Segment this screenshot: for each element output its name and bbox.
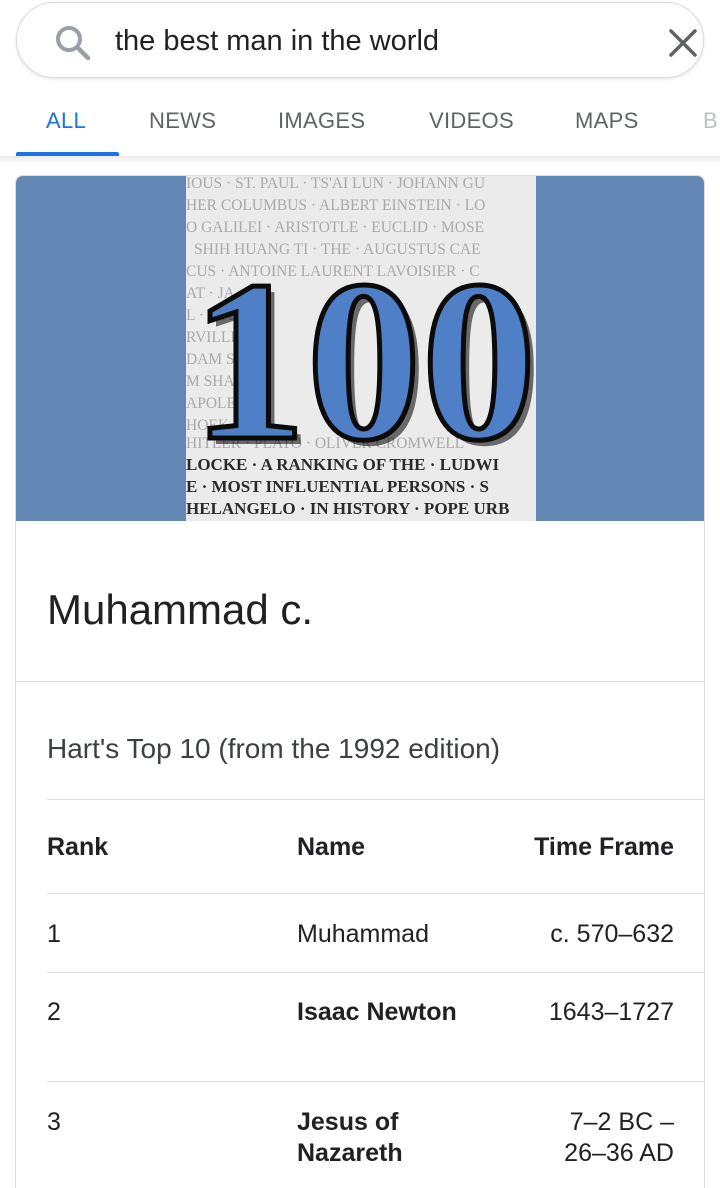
divider — [47, 1081, 704, 1082]
tab-maps[interactable]: MAPS — [575, 108, 639, 134]
book-cover-art: IOUS · ST. PAUL · TS'AI LUN · JOHANN GU … — [186, 176, 537, 518]
tab-books[interactable]: B — [703, 108, 718, 134]
table-cell-rank: 2 — [47, 998, 61, 1026]
table-cell-name-link[interactable]: Jesus of Nazareth — [297, 1107, 477, 1169]
tab-images[interactable]: IMAGES — [278, 108, 365, 134]
search-icon[interactable] — [53, 23, 93, 63]
column-header-time-frame: Time Frame — [534, 833, 674, 861]
cover-subtitle-line: HELANGELO · IN HISTORY · POPE URB — [186, 499, 509, 518]
tab-news[interactable]: NEWS — [149, 108, 216, 134]
table-cell-rank: 1 — [47, 920, 61, 948]
cover-line: IOUS · ST. PAUL · TS'AI LUN · JOHANN GU — [186, 176, 485, 192]
divider — [47, 972, 704, 973]
table-cell-name: Muhammad — [297, 920, 429, 948]
entity-title: Muhammad c. — [47, 586, 314, 633]
table-cell-time: c. 570–632 — [550, 920, 674, 948]
table-cell-time: 7–2 BC – 26–36 AD — [564, 1108, 674, 1167]
column-header-name: Name — [297, 833, 366, 861]
divider — [16, 681, 704, 682]
divider — [47, 799, 704, 800]
search-tabs: ALL NEWS IMAGES VIDEOS MAPS B — [0, 98, 720, 158]
hero-image[interactable]: IOUS · ST. PAUL · TS'AI LUN · JOHANN GU … — [16, 176, 704, 521]
table-cell-name-link[interactable]: Isaac Newton — [297, 997, 457, 1028]
table-title: Hart's Top 10 (from the 1992 edition) — [47, 733, 501, 764]
search-bar[interactable] — [16, 2, 704, 78]
book-cover-image[interactable]: IOUS · ST. PAUL · TS'AI LUN · JOHANN GU … — [186, 176, 536, 521]
cover-number: 100 — [192, 233, 537, 488]
cover-line: HER COLUMBUS · ALBERT EINSTEIN · LO — [186, 197, 485, 214]
divider — [47, 893, 704, 894]
table-cell-rank: 3 — [47, 1108, 61, 1136]
tabs-shadow — [0, 156, 720, 164]
search-input[interactable] — [115, 21, 635, 61]
knowledge-card: IOUS · ST. PAUL · TS'AI LUN · JOHANN GU … — [15, 175, 705, 1188]
tab-videos[interactable]: VIDEOS — [429, 108, 514, 134]
close-icon[interactable] — [667, 27, 699, 59]
tab-all[interactable]: ALL — [46, 108, 86, 134]
table-cell-time: 1643–1727 — [548, 998, 674, 1026]
column-header-rank: Rank — [47, 833, 109, 861]
